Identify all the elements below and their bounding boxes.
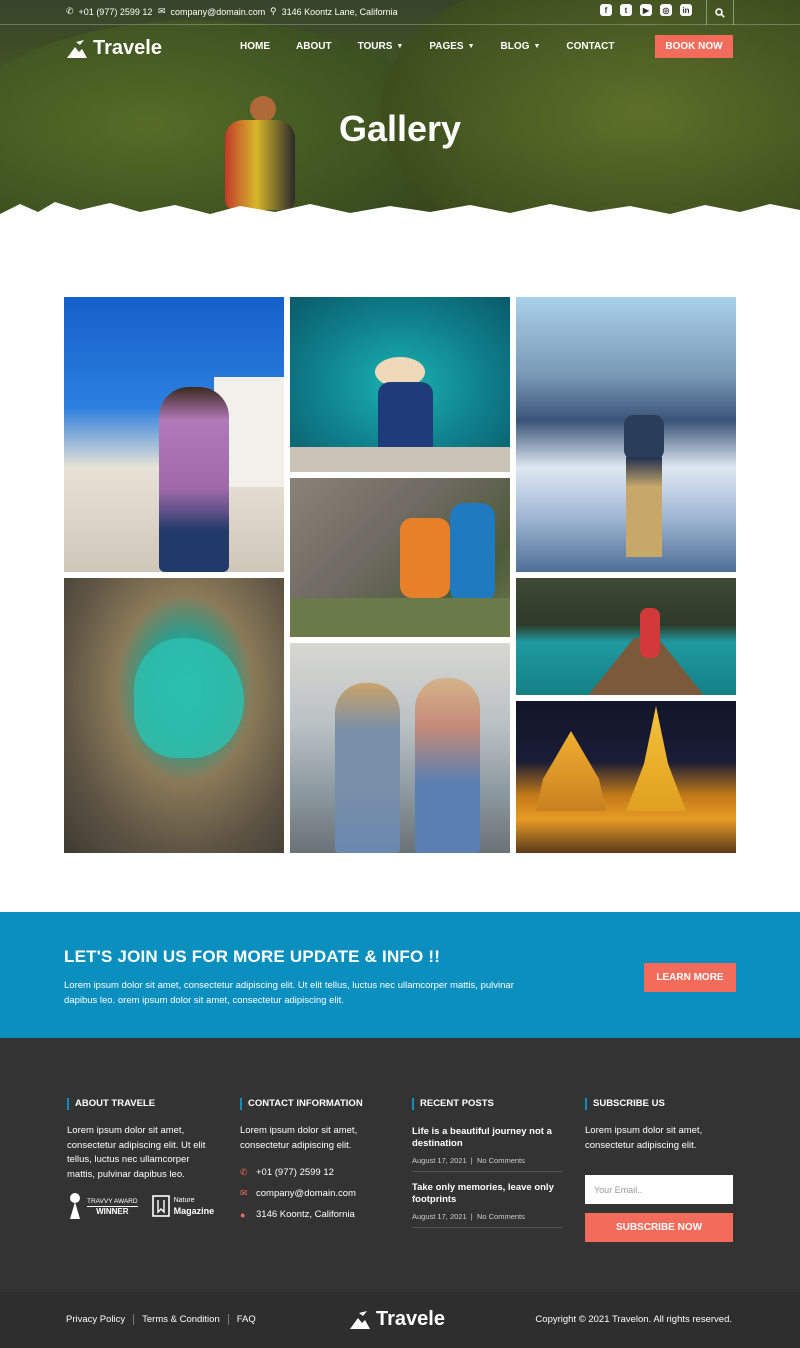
footer-heading: ABOUT TRAVELE (67, 1098, 217, 1110)
hero-banner: ✆ +01 (977) 2599 12 ✉ company@domain.com… (0, 0, 800, 245)
gallery-image-aerial-city[interactable] (64, 578, 284, 853)
phone-icon: ✆ (66, 6, 74, 16)
gallery-image-hiker-backpack[interactable] (290, 478, 510, 637)
footer-heading: CONTACT INFORMATION (240, 1098, 400, 1110)
location-pin-icon: ⚲ (270, 6, 277, 16)
footer-email[interactable]: ✉ company@domain.com (240, 1188, 400, 1199)
faq-link[interactable]: FAQ (229, 1314, 264, 1325)
terms-link[interactable]: Terms & Condition (134, 1314, 229, 1325)
nature-magazine-badge: Nature Magazine (151, 1195, 214, 1217)
footer: ABOUT TRAVELE Lorem ipsum dolor sit amet… (0, 1038, 800, 1292)
mountain-plane-icon (350, 1310, 370, 1329)
mountain-plane-icon (67, 39, 87, 58)
footer-heading: RECENT POSTS (412, 1098, 562, 1110)
footer-about-text: Lorem ipsum dolor sit amet, consectetur … (67, 1125, 206, 1180)
trophy-icon (70, 1193, 80, 1219)
nav-item-contact[interactable]: CONTACT (566, 41, 614, 52)
footer-contact-text: Lorem ipsum dolor sit amet, consectetur … (240, 1125, 358, 1151)
subscribe-now-button[interactable]: SUBSCRIBE NOW (585, 1213, 733, 1242)
cta-description: Lorem ipsum dolor sit amet, consectetur … (64, 980, 514, 1006)
nav-item-pages[interactable]: PAGES ▼ (429, 41, 474, 52)
footer-about: ABOUT TRAVELE Lorem ipsum dolor sit amet… (67, 1098, 217, 1182)
bottom-bar: Privacy Policy Terms & Condition FAQ Tra… (0, 1292, 800, 1348)
gallery-image-golden-pagoda[interactable] (516, 701, 736, 853)
chevron-down-icon: ▼ (396, 43, 404, 50)
footer-phone[interactable]: ✆ +01 (977) 2599 12 (240, 1167, 400, 1178)
recent-post-item[interactable]: Life is a beautiful journey not a destin… (412, 1126, 562, 1172)
footer-subscribe: SUBSCRIBE US Lorem ipsum dolor sit amet,… (585, 1098, 735, 1242)
social-links: f t ▶ ◎ in (600, 4, 692, 16)
footer-links: Privacy Policy Terms & Condition FAQ (66, 1314, 264, 1325)
youtube-icon[interactable]: ▶ (640, 4, 652, 16)
topbar-phone[interactable]: ✆ +01 (977) 2599 12 (66, 6, 152, 17)
search-icon (715, 7, 725, 18)
footer-address: ● 3146 Koontz, California (240, 1209, 355, 1220)
linkedin-icon[interactable]: in (680, 4, 692, 16)
footer-heading: SUBSCRIBE US (585, 1098, 735, 1110)
book-now-button[interactable]: BOOK NOW (655, 35, 733, 58)
recent-post-item[interactable]: Take only memories, leave only footprint… (412, 1182, 562, 1228)
nav-menu: HOME ABOUT TOURS ▼ PAGES ▼ BLOG ▼ CONTACT (240, 41, 641, 52)
mail-icon: ✉ (240, 1188, 248, 1198)
email-field[interactable]: Your Email.. (585, 1175, 733, 1204)
nav-item-tours[interactable]: TOURS ▼ (358, 41, 404, 52)
gallery-image-boat-lake[interactable] (516, 578, 736, 695)
recent-post-meta: August 17, 2021 | No Comments (412, 1156, 525, 1165)
main-navigation: Travele HOME ABOUT TOURS ▼ PAGES ▼ BLOG ▼ C… (0, 30, 800, 66)
torn-edge-divider (0, 202, 800, 245)
footer-logo[interactable]: Travele (349, 1308, 445, 1331)
footer-contact: CONTACT INFORMATION Lorem ipsum dolor si… (240, 1098, 400, 1220)
twitter-icon[interactable]: t (620, 4, 632, 16)
book-icon (151, 1195, 170, 1217)
cta-title: LET'S JOIN US FOR MORE UPDATE & INFO !! (64, 947, 441, 966)
footer-recent-posts: RECENT POSTS Life is a beautiful journey… (412, 1098, 562, 1228)
gallery-image-woman-sea[interactable] (290, 297, 510, 472)
topbar-email[interactable]: ✉ company@domain.com (158, 6, 265, 17)
copyright-text: Copyright © 2021 Travelon. All rights re… (535, 1314, 732, 1325)
nav-item-home[interactable]: HOME (240, 41, 270, 52)
site-logo[interactable]: Travele (66, 37, 162, 60)
recent-post-title[interactable]: Take only memories, leave only footprint… (412, 1182, 562, 1206)
newsletter-cta: LET'S JOIN US FOR MORE UPDATE & INFO !! … (0, 912, 800, 1038)
topbar-address: ⚲ 3146 Koontz Lane, California (270, 6, 398, 17)
facebook-icon[interactable]: f (600, 4, 612, 16)
gallery-image-two-travelers[interactable] (290, 643, 510, 853)
search-button[interactable] (706, 0, 734, 25)
recent-post-title[interactable]: Life is a beautiful journey not a destin… (412, 1126, 562, 1150)
award-badges: TRAVVY AWARD WINNER Nature Magazine (67, 1192, 214, 1220)
location-pin-icon: ● (240, 1209, 246, 1220)
instagram-icon[interactable]: ◎ (660, 4, 672, 16)
nav-item-blog[interactable]: BLOG ▼ (501, 41, 541, 52)
recent-post-meta: August 17, 2021 | No Comments (412, 1212, 525, 1221)
privacy-policy-link[interactable]: Privacy Policy (66, 1314, 135, 1325)
chevron-down-icon: ▼ (533, 43, 541, 50)
travvy-award-badge: TRAVVY AWARD WINNER (67, 1192, 138, 1220)
footer-subscribe-text: Lorem ipsum dolor sit amet, consectetur … (585, 1125, 703, 1151)
chevron-down-icon: ▼ (467, 43, 475, 50)
phone-icon: ✆ (240, 1167, 248, 1177)
top-bar: ✆ +01 (977) 2599 12 ✉ company@domain.com… (0, 0, 800, 25)
gallery-image-santorini-traveler[interactable] (64, 297, 284, 572)
gallery-image-mountain-hiker[interactable] (516, 297, 736, 572)
nav-item-about[interactable]: ABOUT (296, 41, 332, 52)
learn-more-button[interactable]: LEARN MORE (644, 963, 736, 992)
page-title: Gallery (338, 108, 462, 149)
mail-icon: ✉ (158, 6, 166, 16)
